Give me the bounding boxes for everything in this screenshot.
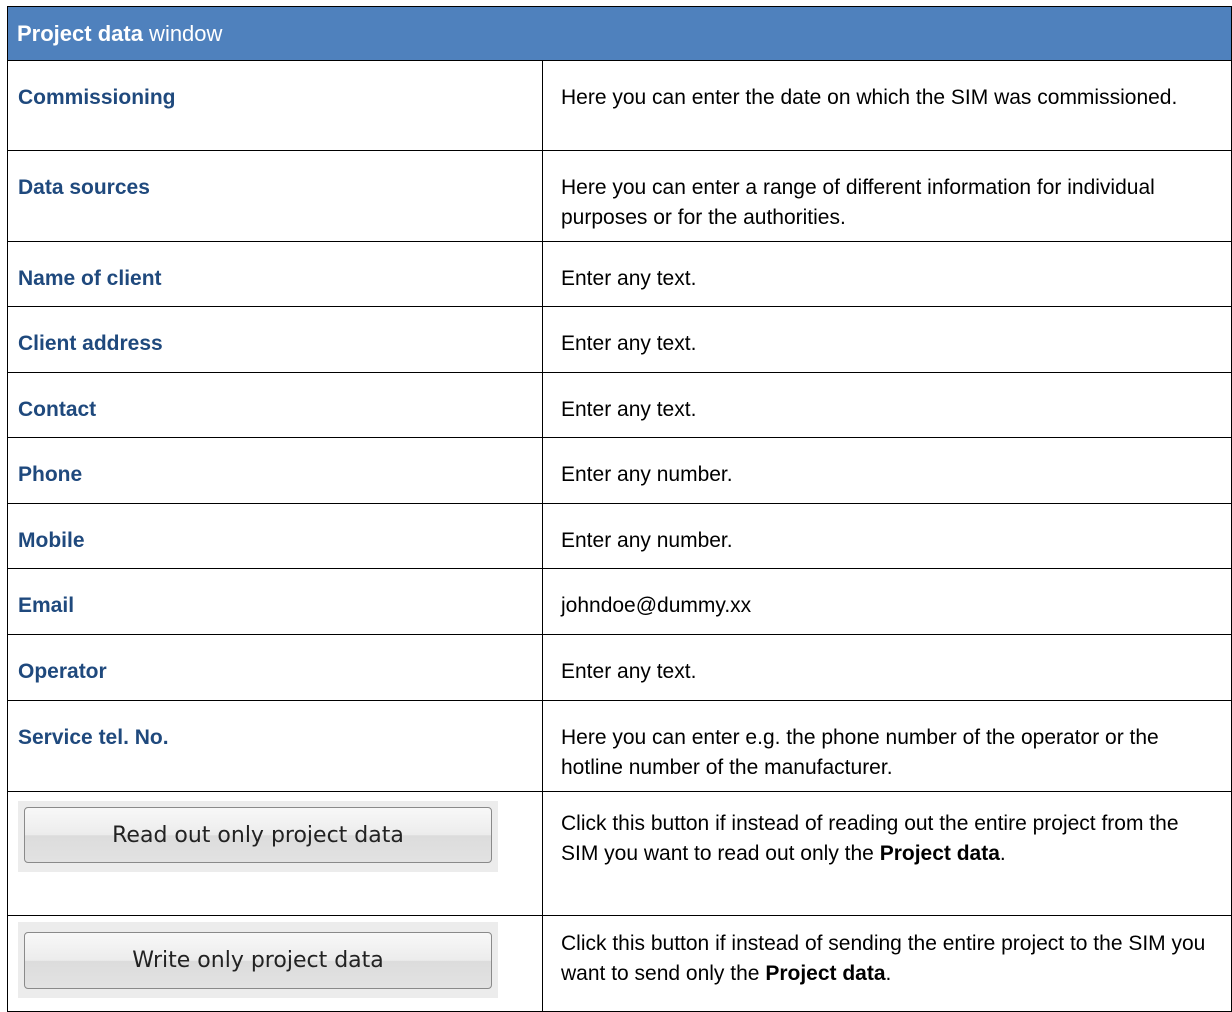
table-row: Write only project data Click this butto…: [7, 915, 1232, 1012]
row-term: Mobile: [7, 503, 543, 569]
row-term: Operator: [7, 634, 543, 701]
button-cell: Read out only project data: [7, 791, 543, 916]
table-row: Service tel. No. Here you can enter e.g.…: [7, 700, 1232, 792]
row-desc: Click this button if instead of reading …: [542, 791, 1232, 916]
desc-text: Click this button if instead of reading …: [561, 812, 1179, 865]
desc-end: .: [885, 962, 892, 985]
row-desc: johndoe@dummy.xx: [542, 568, 1232, 635]
table-row: Client address Enter any text.: [7, 306, 1232, 373]
row-term: Service tel. No.: [7, 700, 543, 792]
row-desc: Here you can enter e.g. the phone number…: [542, 700, 1232, 792]
row-desc: Enter any text.: [542, 372, 1232, 438]
table-row: Data sources Here you can enter a range …: [7, 150, 1232, 242]
row-term: Client address: [7, 306, 543, 373]
row-desc: Enter any text.: [542, 306, 1232, 373]
row-desc: Enter any number.: [542, 437, 1232, 504]
row-term: Email: [7, 568, 543, 635]
table-title: Project data window: [7, 6, 1232, 61]
row-desc: Here you can enter the date on which the…: [542, 60, 1232, 151]
table-row: Name of client Enter any text.: [7, 241, 1232, 307]
button-backdrop: Read out only project data: [18, 801, 498, 872]
desc-bold: Project data: [765, 962, 886, 985]
table-row: Commissioning Here you can enter the dat…: [7, 60, 1232, 151]
table-row: Phone Enter any number.: [7, 437, 1232, 504]
button-cell: Write only project data: [7, 915, 543, 1012]
row-desc: Enter any text.: [542, 241, 1232, 307]
table-row: Operator Enter any text.: [7, 634, 1232, 701]
table-row: Read out only project data Click this bu…: [7, 791, 1232, 916]
row-term: Name of client: [7, 241, 543, 307]
title-bold: Project data: [17, 20, 143, 46]
row-desc: Enter any text.: [542, 634, 1232, 701]
row-desc: Click this button if instead of sending …: [542, 915, 1232, 1012]
write-project-data-button[interactable]: Write only project data: [24, 932, 492, 989]
table-row: Email johndoe@dummy.xx: [7, 568, 1232, 635]
row-term: Phone: [7, 437, 543, 504]
table-row: Contact Enter any text.: [7, 372, 1232, 438]
row-term: Contact: [7, 372, 543, 438]
row-desc: Here you can enter a range of different …: [542, 150, 1232, 242]
read-out-project-data-button[interactable]: Read out only project data: [24, 807, 492, 863]
row-term: Data sources: [7, 150, 543, 242]
table-row: Mobile Enter any number.: [7, 503, 1232, 569]
title-rest: window: [142, 20, 223, 46]
project-data-table: Project data window Commissioning Here y…: [7, 6, 1232, 1012]
desc-end: .: [999, 842, 1006, 865]
desc-bold: Project data: [879, 842, 1000, 865]
row-term: Commissioning: [7, 60, 543, 151]
row-desc: Enter any number.: [542, 503, 1232, 569]
button-backdrop: Write only project data: [18, 922, 498, 998]
